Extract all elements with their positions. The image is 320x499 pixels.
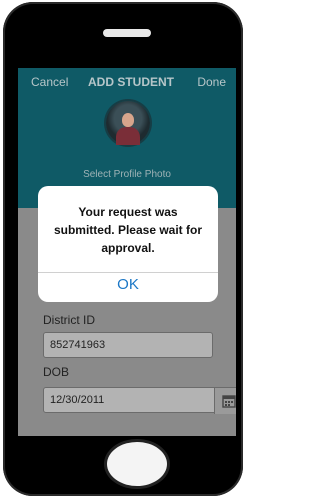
dob-label: DOB [43,365,70,379]
calendar-icon [222,395,236,408]
phone-speaker [103,29,151,37]
dob-value: 12/30/2011 [50,394,105,406]
select-profile-photo-link[interactable]: Select Profile Photo [18,169,236,180]
district-id-label: District ID [43,313,95,327]
page-title: ADD STUDENT [88,75,174,89]
district-id-field[interactable]: 852741963 [43,332,213,358]
avatar-body [116,127,140,145]
ok-button[interactable]: OK [38,276,218,293]
cancel-button[interactable]: Cancel [31,75,68,89]
calendar-button[interactable] [214,388,236,414]
alert-message: Your request was submitted. Please wait … [53,205,203,255]
avatar-face [122,113,134,127]
dob-field[interactable]: 12/30/2011 [43,387,236,414]
alert-divider [38,272,218,273]
app-screen: Cancel ADD STUDENT Done Select Profile P… [18,68,236,436]
student-avatar[interactable] [106,101,150,145]
done-button[interactable]: Done [197,75,226,89]
phone-frame: Cancel ADD STUDENT Done Select Profile P… [3,2,243,496]
home-button[interactable] [104,439,170,489]
alert-dialog: Your request was submitted. Please wait … [38,186,218,302]
